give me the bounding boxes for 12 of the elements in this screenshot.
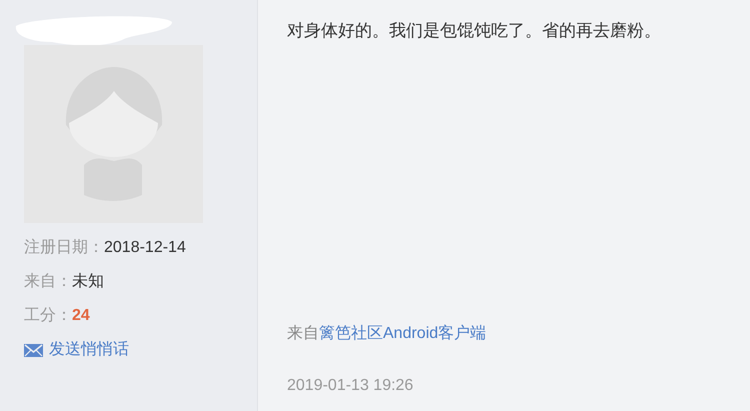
field-value: 2018-12-14 xyxy=(104,238,186,258)
field-label: 工分： xyxy=(24,306,72,326)
client-link[interactable]: 篱笆社区Android客户端 xyxy=(319,325,486,342)
post-source: 来自篱笆社区Android客户端 xyxy=(287,324,488,344)
field-value: 未知 xyxy=(72,272,104,292)
field-label: 注册日期： xyxy=(24,238,104,258)
send-message-link[interactable]: 发送悄悄话 xyxy=(24,339,129,361)
field-label: 来自： xyxy=(24,272,72,292)
post-time: 2019-01-13 19:26 xyxy=(287,376,414,396)
envelope-icon xyxy=(24,344,43,356)
field-value: 24 xyxy=(72,306,90,326)
post-body: 对身体好的。我们是包馄饨吃了。省的再去磨粉。 xyxy=(287,20,662,42)
